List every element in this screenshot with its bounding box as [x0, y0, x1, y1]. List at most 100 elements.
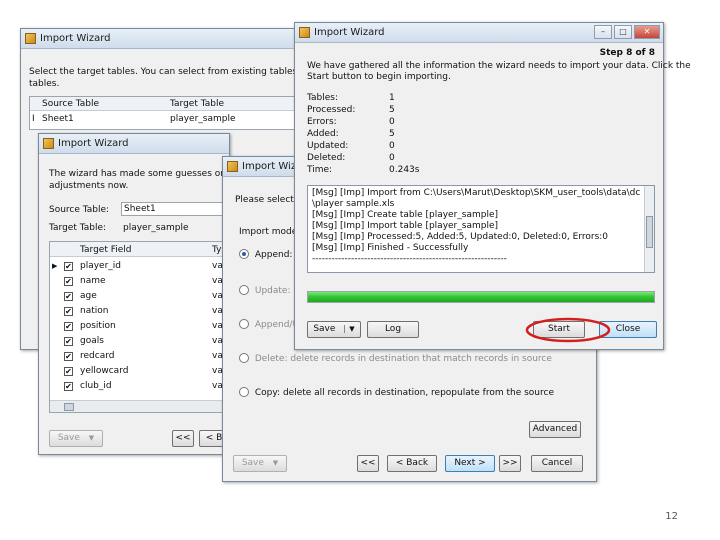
- grid-header: Source Table Target Table: [30, 97, 328, 111]
- field-row[interactable]: ✔ name var: [50, 274, 226, 289]
- scrollbar-thumb[interactable]: [64, 403, 74, 411]
- progress-fill: [308, 292, 654, 302]
- save-button[interactable]: Save ▼: [49, 430, 103, 447]
- scrollbar-thumb[interactable]: [646, 216, 653, 248]
- field-name: player_id: [80, 261, 122, 271]
- column-header-target-field[interactable]: Target Field: [80, 245, 131, 255]
- stat-value: 1: [389, 93, 395, 103]
- field-checkbox[interactable]: ✔: [64, 292, 73, 301]
- stat-value: 0: [389, 153, 395, 163]
- log-line: [Msg] [Imp] Finished - Successfully: [312, 243, 469, 253]
- field-checkbox[interactable]: ✔: [64, 337, 73, 346]
- field-row[interactable]: ✔ nation var: [50, 304, 226, 319]
- source-table-field[interactable]: Sheet1: [121, 202, 225, 216]
- window-title: Import Wizard: [40, 33, 111, 44]
- table-mapping-grid: Source Table Target Table I Sheet1 playe…: [29, 96, 329, 130]
- advanced-button[interactable]: Advanced: [529, 421, 581, 438]
- back-button[interactable]: < Back: [387, 455, 437, 472]
- chevron-down-icon: ▼: [344, 325, 355, 333]
- next-button[interactable]: Next >: [445, 455, 495, 472]
- table-row[interactable]: I Sheet1 player_sample: [30, 112, 328, 127]
- copy-label: Copy: delete all records in destination,…: [254, 387, 554, 398]
- field-row[interactable]: ✔ position var: [50, 319, 226, 334]
- maximize-icon[interactable]: □: [614, 25, 632, 39]
- title-bar[interactable]: Import Wizard – □ ✕: [295, 23, 663, 43]
- log-scrollbar[interactable]: [644, 186, 654, 272]
- save-button-label: Save: [57, 433, 80, 443]
- save-button[interactable]: Save ▼: [307, 321, 361, 338]
- current-row-marker: ▶: [52, 262, 58, 270]
- field-name: name: [80, 276, 106, 286]
- stat-label: Added:: [307, 129, 339, 139]
- window-title: Import Wizard: [314, 27, 385, 38]
- field-checkbox[interactable]: ✔: [64, 382, 73, 391]
- stat-value: 5: [389, 105, 395, 115]
- field-row[interactable]: ▶ ✔ player_id var: [50, 259, 226, 274]
- field-checkbox[interactable]: ✔: [64, 367, 73, 376]
- option-delete[interactable]: Delete: delete records in destination th…: [239, 353, 552, 364]
- log-line: [Msg] [Imp] Import table [player_sample]: [312, 221, 498, 231]
- source-table-label: Source Table:: [49, 205, 110, 215]
- stat-value: 0: [389, 117, 395, 127]
- stat-label: Time:: [307, 165, 333, 175]
- target-table-value: player_sample: [123, 223, 189, 233]
- column-header-source-table[interactable]: Source Table: [42, 99, 99, 109]
- stat-value: 0: [389, 141, 395, 151]
- intro-text-2: Start button to begin importing.: [307, 72, 451, 82]
- highlight-ellipse: [525, 317, 611, 343]
- log-button[interactable]: Log: [367, 321, 419, 338]
- horizontal-scrollbar[interactable]: [50, 400, 226, 412]
- append-update-label: Append/U: [254, 319, 300, 330]
- progress-bar: [307, 291, 655, 303]
- window-title: Import Wiz: [242, 161, 297, 172]
- field-name: club_id: [80, 381, 112, 391]
- grid-header: Target Field Ty: [50, 242, 226, 257]
- save-button[interactable]: Save ▼: [233, 455, 287, 472]
- field-checkbox[interactable]: ✔: [64, 262, 73, 271]
- log-line: \player sample.xls: [312, 199, 395, 209]
- column-header-target-table[interactable]: Target Table: [170, 99, 224, 109]
- field-row[interactable]: ✔ yellowcard var: [50, 364, 226, 379]
- close-icon[interactable]: ✕: [634, 25, 660, 39]
- field-row[interactable]: ✔ goals var: [50, 334, 226, 349]
- copy-radio[interactable]: [239, 387, 249, 397]
- import-wizard-window-4: Import Wizard – □ ✕ Step 8 of 8 We have …: [294, 22, 691, 350]
- field-name: yellowcard: [80, 366, 129, 376]
- field-name: nation: [80, 306, 109, 316]
- field-row[interactable]: ✔ age var: [50, 289, 226, 304]
- append-update-radio[interactable]: [239, 319, 249, 329]
- step-indicator: Step 8 of 8: [599, 48, 655, 58]
- delete-radio[interactable]: [239, 353, 249, 363]
- window-controls: – □ ✕: [594, 25, 660, 39]
- target-table-cell[interactable]: player_sample: [170, 112, 236, 127]
- field-checkbox[interactable]: ✔: [64, 277, 73, 286]
- save-button-label: Save: [313, 324, 336, 334]
- window-title: Import Wizard: [58, 138, 129, 149]
- last-button[interactable]: >>: [499, 455, 521, 472]
- title-bar[interactable]: Import Wizard: [39, 134, 229, 154]
- field-checkbox[interactable]: ✔: [64, 322, 73, 331]
- field-checkbox[interactable]: ✔: [64, 307, 73, 316]
- option-copy[interactable]: Copy: delete all records in destination,…: [239, 387, 554, 398]
- stat-value: 5: [389, 129, 395, 139]
- field-row[interactable]: ✔ redcard var: [50, 349, 226, 364]
- wizard-app-icon: [227, 161, 238, 172]
- column-header-type[interactable]: Ty: [212, 245, 221, 255]
- stat-label: Updated:: [307, 141, 349, 151]
- field-checkbox[interactable]: ✔: [64, 352, 73, 361]
- update-radio[interactable]: [239, 285, 249, 295]
- field-name: position: [80, 321, 116, 331]
- title-bar[interactable]: Import Wizard: [21, 29, 329, 49]
- append-radio[interactable]: [239, 249, 249, 259]
- minimize-icon[interactable]: –: [594, 25, 612, 39]
- option-append-update[interactable]: Append/U: [239, 319, 299, 330]
- first-button[interactable]: <<: [357, 455, 379, 472]
- cancel-button[interactable]: Cancel: [531, 455, 583, 472]
- first-button[interactable]: <<: [172, 430, 194, 447]
- source-table-cell: Sheet1: [42, 114, 74, 124]
- field-name: goals: [80, 336, 104, 346]
- stat-value: 0.243s: [389, 165, 420, 175]
- field-row[interactable]: ✔ club_id var: [50, 379, 226, 394]
- field-name: redcard: [80, 351, 115, 361]
- intro-text: The wizard has made some guesses on your: [49, 169, 250, 179]
